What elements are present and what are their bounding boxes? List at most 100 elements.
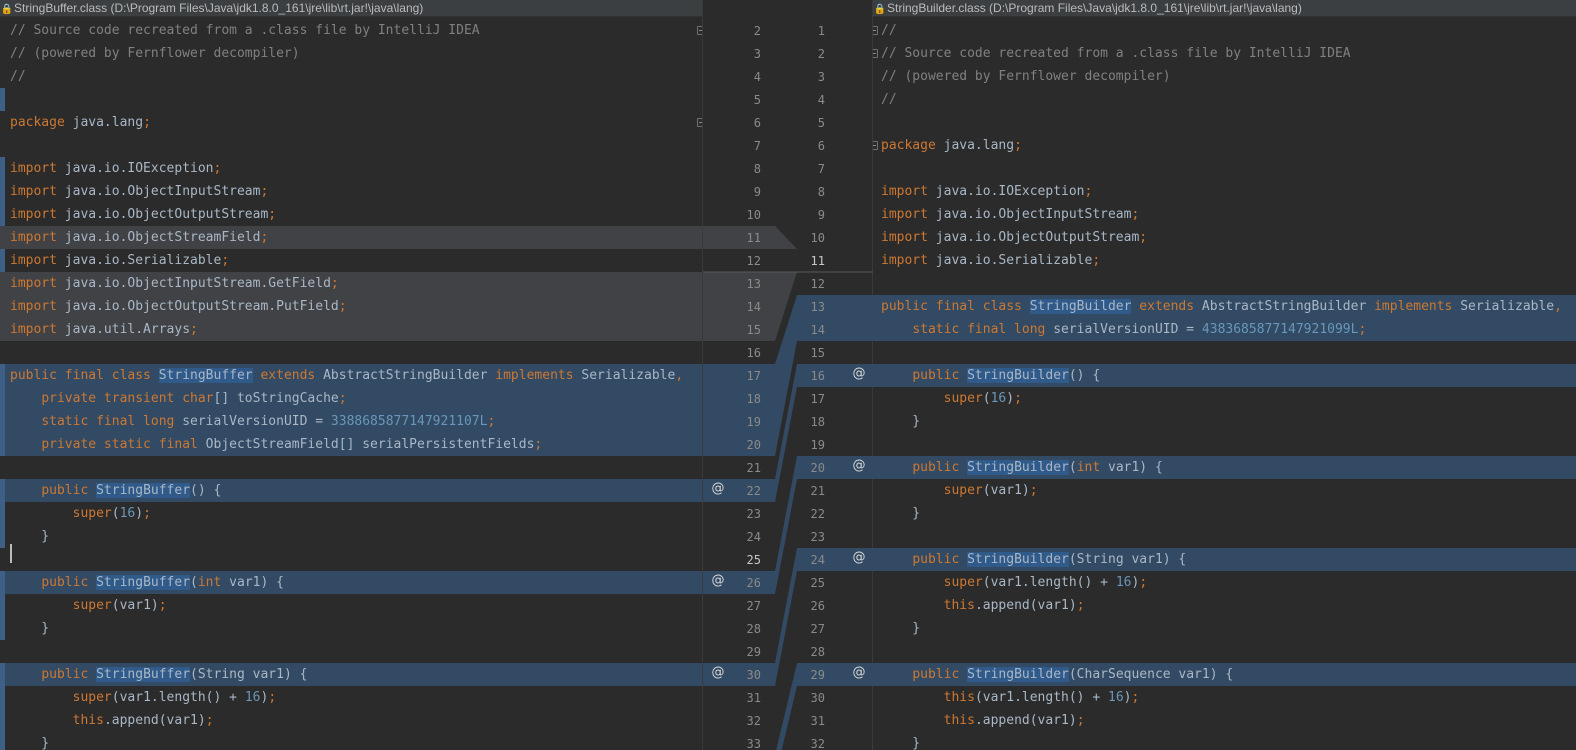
code-token: var1) {	[221, 575, 284, 590]
code-line[interactable]: public StringBuilder() {	[873, 364, 1576, 387]
diff-gutter[interactable]: 2 3 4 5 6 7 8 9 10 11 12 13 14 15 16 17 18 19 20 21 22 23 24 25…	[702, 0, 874, 750]
code-line[interactable]: public StringBuilder(CharSequence var1) …	[873, 663, 1576, 686]
fold-marker-icon[interactable]	[873, 141, 878, 150]
code-line[interactable]: }	[873, 502, 1576, 525]
code-token: int	[1076, 460, 1101, 475]
code-line[interactable]: super(var1);	[873, 479, 1576, 502]
code-line[interactable]: public final class StringBuilder extends…	[873, 295, 1576, 318]
code-line[interactable]: super(var1);	[0, 594, 702, 617]
code-line-text: //	[881, 19, 897, 42]
code-line[interactable]: import java.io.Serializable;	[873, 249, 1576, 272]
override-at-icon[interactable]: @	[709, 573, 727, 588]
code-token: }	[881, 736, 921, 750]
left-editor-pane[interactable]: // Source code recreated from a .class f…	[0, 0, 702, 750]
code-token: // (powered by Fernflower decompiler)	[881, 69, 1171, 84]
code-line[interactable]: private static final ObjectStreamField[]…	[0, 433, 702, 456]
code-token: java.util.Arrays	[56, 322, 191, 337]
code-line[interactable]: super(16);	[0, 502, 702, 525]
code-line[interactable]: // Source code recreated from a .class f…	[0, 19, 702, 42]
code-token: (	[982, 391, 991, 406]
code-token: .append(var1)	[103, 713, 206, 728]
code-line[interactable]: static final long serialVersionUID = 438…	[873, 318, 1576, 341]
code-line[interactable]: import java.util.Arrays;	[0, 318, 702, 341]
override-at-icon[interactable]: @	[709, 481, 727, 496]
code-token: .append(var1)	[974, 713, 1077, 728]
code-line[interactable]: import java.io.ObjectStreamField;	[0, 226, 702, 249]
code-line[interactable]: }	[873, 732, 1576, 750]
code-token: AbstractStringBuilder	[315, 368, 496, 383]
code-token: Serializable	[1452, 299, 1555, 314]
override-at-icon[interactable]: @	[850, 550, 868, 565]
code-line[interactable]: //	[0, 65, 702, 88]
code-token: //	[881, 23, 897, 38]
code-token: }	[10, 736, 50, 750]
code-line[interactable]: //	[873, 88, 1576, 111]
override-at-icon[interactable]: @	[709, 665, 727, 680]
code-line[interactable]: import java.io.ObjectInputStream;	[0, 180, 702, 203]
code-line[interactable]: super(var1.length() + 16);	[873, 571, 1576, 594]
code-line[interactable]: import java.io.Serializable;	[0, 249, 702, 272]
code-line[interactable]: package java.lang;	[873, 134, 1576, 157]
code-line[interactable]: // (powered by Fernflower decompiler)	[873, 65, 1576, 88]
fold-marker-icon[interactable]	[873, 49, 878, 58]
left-line-number: 27	[747, 599, 761, 613]
code-token: java.lang	[64, 115, 144, 130]
code-token: ;	[143, 115, 151, 130]
code-line-text: static final long serialVersionUID = 338…	[10, 410, 495, 433]
code-line[interactable]: // (powered by Fernflower decompiler)	[0, 42, 702, 65]
code-line[interactable]: this.append(var1);	[0, 709, 702, 732]
code-token: (CharSequence var1) {	[1068, 667, 1234, 682]
code-line[interactable]: }	[873, 617, 1576, 640]
code-line[interactable]: import java.io.IOException;	[0, 157, 702, 180]
code-line[interactable]: import java.io.ObjectOutputStream;	[0, 203, 702, 226]
code-line-text: private static final ObjectStreamField[]…	[10, 433, 542, 456]
code-line[interactable]: //	[873, 19, 1576, 42]
code-line-text: package java.lang;	[10, 111, 151, 134]
code-line[interactable]: this.append(var1);	[873, 594, 1576, 617]
fold-marker-icon[interactable]	[873, 26, 878, 35]
code-line[interactable]: }	[0, 525, 702, 548]
right-line-number: 11	[811, 254, 825, 268]
code-line[interactable]: }	[873, 410, 1576, 433]
code-token: ;	[268, 690, 277, 705]
code-line[interactable]: public StringBuffer(String var1) {	[0, 663, 702, 686]
code-line[interactable]: import java.io.ObjectInputStream.GetFiel…	[0, 272, 702, 295]
override-at-icon[interactable]: @	[850, 366, 868, 381]
left-line-number: 30	[747, 668, 761, 682]
code-line[interactable]: import java.io.IOException;	[873, 180, 1576, 203]
code-line[interactable]: import java.io.ObjectInputStream;	[873, 203, 1576, 226]
code-line[interactable]: super(16);	[873, 387, 1576, 410]
code-token: ;	[534, 437, 543, 452]
code-token: public	[41, 483, 89, 498]
code-line[interactable]: this(var1.length() + 16);	[873, 686, 1576, 709]
code-line[interactable]: super(var1.length() + 16);	[0, 686, 702, 709]
code-line[interactable]: this.append(var1);	[873, 709, 1576, 732]
code-token: public final class	[881, 299, 1030, 314]
code-line[interactable]: public StringBuffer() {	[0, 479, 702, 502]
code-line[interactable]: public final class StringBuffer extends …	[0, 364, 702, 387]
code-token: ;	[1014, 138, 1022, 153]
code-line[interactable]: // Source code recreated from a .class f…	[873, 42, 1576, 65]
change-stripe	[0, 663, 5, 750]
code-line[interactable]: import java.io.ObjectOutputStream.PutFie…	[0, 295, 702, 318]
code-line[interactable]: package java.lang;	[0, 111, 702, 134]
change-stripe	[0, 249, 5, 272]
code-line[interactable]: static final long serialVersionUID = 338…	[0, 410, 702, 433]
override-at-icon[interactable]: @	[850, 665, 868, 680]
code-line[interactable]: public StringBuilder(int var1) {	[873, 456, 1576, 479]
code-line[interactable]: public StringBuffer(int var1) {	[0, 571, 702, 594]
code-line[interactable]: private transient char[] toStringCache;	[0, 387, 702, 410]
override-at-icon[interactable]: @	[850, 458, 868, 473]
code-token: import	[10, 276, 57, 291]
code-line[interactable]: import java.io.ObjectOutputStream;	[873, 226, 1576, 249]
code-token: this	[943, 713, 975, 728]
code-line[interactable]: }	[0, 732, 702, 750]
code-line[interactable]: }	[0, 617, 702, 640]
right-editor-pane[interactable]: // // Source code recreated from a .class…	[873, 0, 1576, 750]
code-line[interactable]: public StringBuilder(String var1) {	[873, 548, 1576, 571]
left-line-number: 18	[747, 392, 761, 406]
